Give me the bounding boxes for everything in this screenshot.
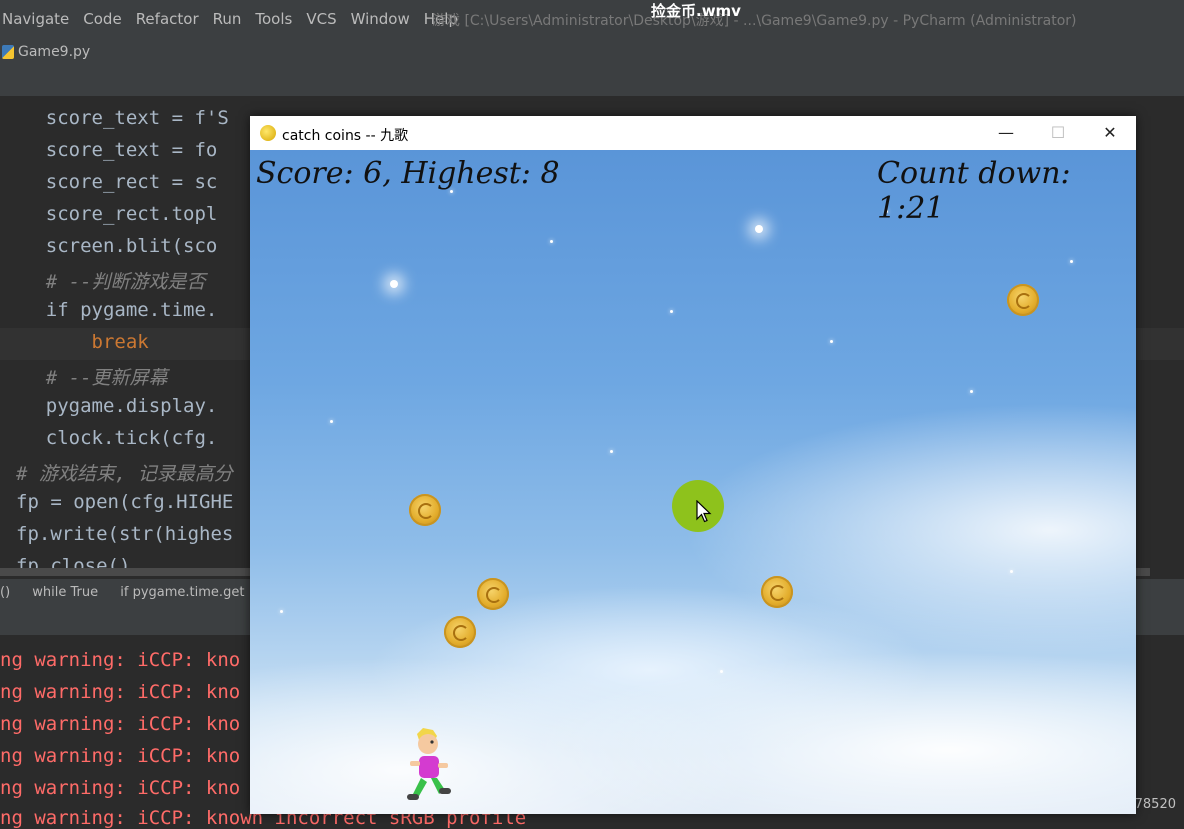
editor-tab-bar: Game9.py bbox=[0, 38, 1184, 69]
menu-tools[interactable]: Tools bbox=[255, 10, 292, 28]
output-line: ng warning: iCCP: kno bbox=[0, 713, 241, 735]
code-line: pygame.display. bbox=[0, 395, 218, 417]
star bbox=[970, 390, 973, 393]
code-line: # 游戏结束, 记录最高分 bbox=[16, 463, 233, 485]
game-titlebar[interactable]: catch coins -- 九歌 — ☐ ✕ bbox=[250, 116, 1136, 150]
star bbox=[670, 310, 673, 313]
code-line: clock.tick(cfg. bbox=[0, 427, 218, 449]
menu-vcs[interactable]: VCS bbox=[306, 10, 336, 28]
star bbox=[280, 610, 283, 613]
code-line: score_text = fo bbox=[0, 139, 218, 161]
star bbox=[330, 420, 333, 423]
gold-coin bbox=[477, 578, 509, 610]
score-text: Score: 6, Highest: 8 bbox=[256, 156, 560, 191]
python-file-icon bbox=[2, 45, 14, 59]
code-line: # --更新屏幕 bbox=[0, 367, 168, 389]
editor-toolbar bbox=[0, 68, 1184, 97]
game-canvas[interactable]: Score: 6, Highest: 8 Count down: 1:21 bbox=[250, 150, 1136, 814]
breadcrumb-item[interactable]: while True bbox=[32, 585, 98, 600]
breadcrumb-item[interactable]: () bbox=[0, 585, 10, 600]
code-line: # --判断游戏是否 bbox=[0, 271, 206, 293]
close-button[interactable]: ✕ bbox=[1088, 120, 1132, 146]
code-line: fp = open(cfg.HIGHE bbox=[16, 491, 234, 513]
star bbox=[1070, 260, 1073, 263]
game-title: catch coins -- 九歌 bbox=[282, 128, 409, 144]
gold-coin bbox=[1007, 284, 1039, 316]
code-line: screen.blit(sco bbox=[0, 235, 218, 257]
menu-refactor[interactable]: Refactor bbox=[136, 10, 199, 28]
breadcrumb-item[interactable]: if pygame.time.get bbox=[120, 585, 244, 600]
countdown-text: Count down: 1:21 bbox=[877, 156, 1071, 226]
sparkle-star bbox=[390, 280, 398, 288]
gold-coin bbox=[444, 616, 476, 648]
star bbox=[610, 450, 613, 453]
mouse-pointer-icon bbox=[696, 500, 712, 523]
sparkle-star bbox=[755, 225, 763, 233]
star bbox=[720, 670, 723, 673]
minimize-button[interactable]: — bbox=[984, 120, 1028, 146]
pygame-snake-icon bbox=[260, 125, 276, 141]
code-line: if pygame.time. bbox=[0, 299, 218, 321]
game-window: catch coins -- 九歌 — ☐ ✕ Score: 6, Highes… bbox=[250, 116, 1136, 814]
video-title: 捡金币.wmv bbox=[651, 2, 741, 20]
tab-label: Game9.py bbox=[18, 44, 91, 60]
menu-code[interactable]: Code bbox=[83, 10, 121, 28]
star bbox=[1010, 570, 1013, 573]
tab-game9-py[interactable]: Game9.py bbox=[0, 38, 98, 66]
star bbox=[550, 240, 553, 243]
gold-coin bbox=[761, 576, 793, 608]
output-line: ng warning: iCCP: kno bbox=[0, 777, 241, 799]
gold-coin bbox=[409, 494, 441, 526]
menu-run[interactable]: Run bbox=[213, 10, 242, 28]
menu-items: Navigate Code Refactor Run Tools VCS Win… bbox=[2, 10, 458, 28]
output-line: ng warning: iCCP: kno bbox=[0, 649, 241, 671]
code-line: fp.write(str(highes bbox=[16, 523, 234, 545]
code-line: score_text = f'S bbox=[0, 107, 229, 129]
code-line: score_rect = sc bbox=[0, 171, 218, 193]
code-line: score_rect.topl bbox=[0, 203, 218, 225]
hero-character bbox=[407, 728, 451, 800]
ide-window-title: 游戏 [C:\Users\Administrator\Desktop\游戏] -… bbox=[432, 13, 1077, 29]
code-line: break bbox=[0, 331, 149, 353]
menu-bar: Navigate Code Refactor Run Tools VCS Win… bbox=[0, 0, 1184, 38]
output-line: ng warning: iCCP: kno bbox=[0, 745, 241, 767]
output-line: ng warning: iCCP: kno bbox=[0, 681, 241, 703]
star bbox=[830, 340, 833, 343]
maximize-button[interactable]: ☐ bbox=[1036, 120, 1080, 146]
menu-window[interactable]: Window bbox=[351, 10, 410, 28]
menu-navigate[interactable]: Navigate bbox=[2, 10, 69, 28]
